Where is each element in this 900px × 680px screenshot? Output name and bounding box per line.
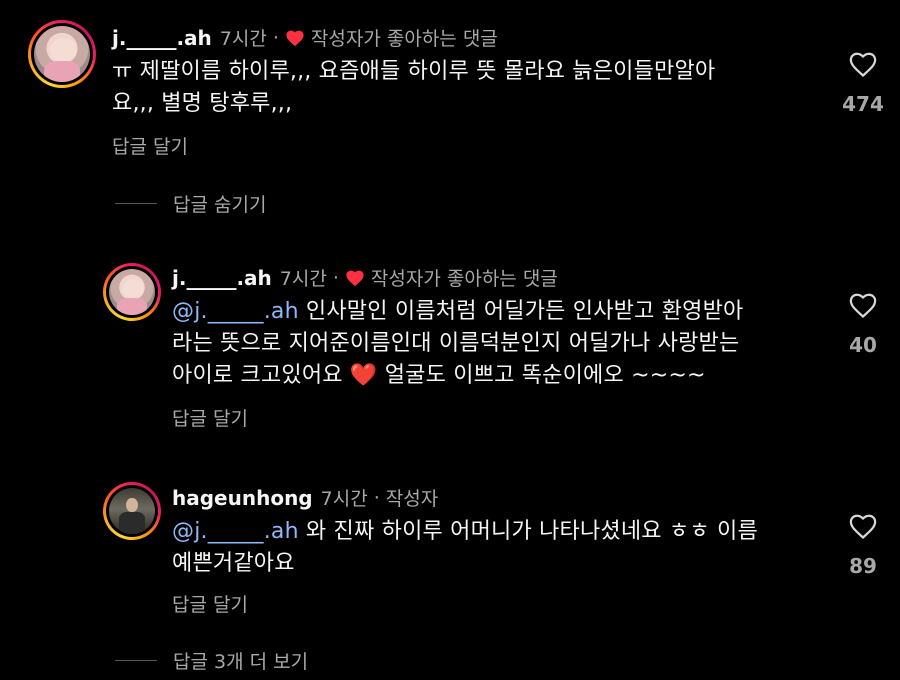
avatar[interactable] bbox=[103, 263, 161, 321]
like-count: 40 bbox=[849, 333, 877, 357]
view-more-replies-button[interactable]: 답글 3개 더 보기 bbox=[115, 647, 308, 674]
comment-time: 7시간 bbox=[320, 488, 368, 510]
avatar-image bbox=[34, 26, 90, 82]
mention-link[interactable]: @j._____.ah bbox=[172, 519, 299, 544]
mention-link[interactable]: @j._____.ah bbox=[172, 299, 299, 324]
avatar[interactable] bbox=[103, 482, 161, 540]
comment-time: 7시간 bbox=[219, 28, 267, 50]
username[interactable]: j._____.ah bbox=[112, 26, 212, 50]
like-count: 474 bbox=[842, 92, 884, 116]
heart-emoji: ❤️ bbox=[349, 363, 378, 388]
hide-replies-button[interactable]: 답글 숨기기 bbox=[115, 190, 266, 217]
heart-outline-icon[interactable] bbox=[848, 512, 878, 540]
thread-divider bbox=[115, 203, 157, 204]
reply-button[interactable]: 답글 달기 bbox=[172, 590, 248, 617]
avatar[interactable] bbox=[28, 20, 96, 88]
author-liked-tag: 작성자가 좋아하는 댓글 bbox=[310, 28, 498, 50]
author-liked-tag: 작성자가 좋아하는 댓글 bbox=[370, 268, 558, 290]
username[interactable]: hageunhong bbox=[172, 486, 313, 510]
red-heart-icon bbox=[346, 270, 364, 286]
heart-outline-icon[interactable] bbox=[848, 50, 878, 78]
reply-button[interactable]: 답글 달기 bbox=[112, 132, 188, 159]
thread-divider bbox=[115, 660, 157, 661]
red-heart-icon bbox=[286, 30, 304, 46]
comment-text: @j._____.ah 와 진짜 하이루 어머니가 나타나셨네요 ㅎㅎ 이름 예… bbox=[172, 519, 758, 576]
reply-button[interactable]: 답글 달기 bbox=[172, 404, 248, 431]
heart-outline-icon[interactable] bbox=[848, 291, 878, 319]
author-tag: 작성자 bbox=[385, 488, 439, 510]
username[interactable]: j._____.ah bbox=[172, 266, 272, 290]
like-count: 89 bbox=[849, 554, 877, 578]
avatar-image bbox=[109, 269, 155, 315]
comment-text: ㅠ 제딸이름 하이루,,, 요즘애들 하이루 뜻 몰라요 늙은이들만알아 요,,… bbox=[112, 59, 716, 116]
comment-text: @j._____.ah 인사말인 이름처럼 어딜가든 인사받고 환영받아 라는 … bbox=[172, 299, 744, 388]
comment-time: 7시간 bbox=[279, 268, 327, 290]
avatar-image bbox=[109, 488, 155, 534]
